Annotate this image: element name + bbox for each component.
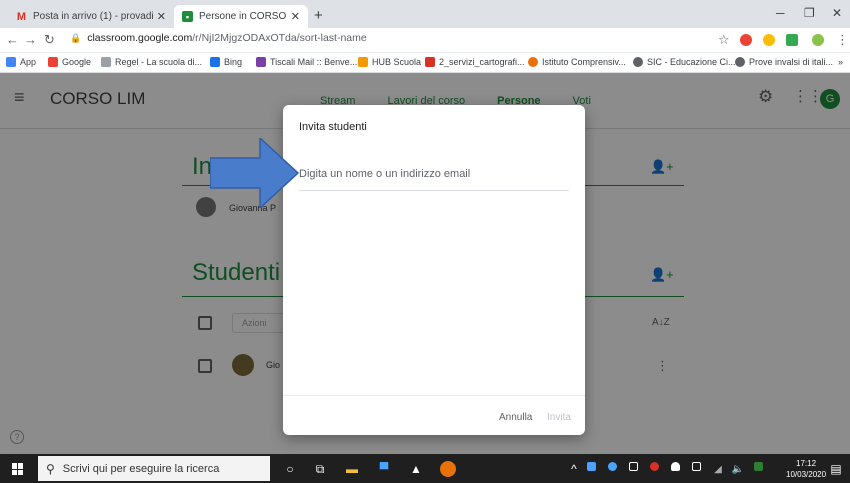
forward-icon[interactable]: → — [24, 32, 37, 47]
taskbar-search-placeholder: Scrivi qui per eseguire la ricerca — [62, 462, 220, 475]
photos-icon[interactable]: ▲ — [408, 461, 424, 477]
bookmark-icon — [101, 57, 111, 67]
lock-icon: 🔒 — [70, 33, 82, 43]
bookmark-istituto[interactable]: Istituto Comprensiv... — [528, 57, 626, 67]
wifi-icon[interactable]: ◢ — [710, 461, 726, 477]
bookmark-hub-scuola[interactable]: HUB Scuola — [358, 57, 421, 67]
bookmark-bing[interactable]: Bing — [210, 57, 242, 67]
tiscali-icon — [256, 57, 266, 67]
more-bookmarks-icon[interactable]: » — [838, 57, 843, 67]
tab-classroom[interactable]: ▪ Persone in CORSO LIM ✕ — [174, 5, 308, 28]
close-icon[interactable]: ✕ — [291, 10, 300, 23]
profile-icon[interactable] — [812, 34, 824, 46]
minimize-icon[interactable]: ─ — [776, 6, 785, 20]
star-icon[interactable]: ☆ — [718, 32, 730, 48]
clock-time: 17:12 — [796, 459, 817, 468]
bookmark-label: Prove invalsi di itali... — [749, 57, 834, 67]
tray-expand-icon[interactable]: ^ — [566, 461, 582, 477]
windows-start-icon[interactable] — [12, 463, 24, 475]
globe-icon — [735, 57, 745, 67]
bookmark-label: 2_servizi_cartografi... — [439, 57, 525, 67]
close-icon[interactable]: ✕ — [157, 10, 166, 23]
browser-tab-strip: M Posta in arrivo (1) - provadiclass ✕ ▪… — [0, 0, 850, 28]
invite-students-dialog: Invita studenti Annulla Invita — [283, 105, 585, 435]
reload-icon[interactable]: ↻ — [44, 32, 55, 48]
bookmark-label: Regel - La scuola di... — [115, 57, 203, 67]
window-close-icon[interactable]: ✕ — [832, 6, 842, 20]
bluetooth-icon[interactable] — [608, 462, 617, 471]
pdf-icon — [425, 57, 435, 67]
bookmark-servizi[interactable]: 2_servizi_cartografi... — [425, 57, 525, 67]
extension-icon[interactable] — [786, 34, 798, 46]
tab-label: Posta in arrivo (1) - provadiclass — [33, 11, 153, 22]
search-icon: ⚲ — [46, 461, 55, 476]
bing-icon — [210, 57, 220, 67]
system-clock[interactable]: 17:12 10/03/2020 — [786, 458, 826, 480]
browser-toolbar: ← → ↻ 🔒 classroom.google.com/r/NjI2MjgzOD… — [0, 28, 850, 53]
bookmark-icon — [528, 57, 538, 67]
dialog-title: Invita studenti — [299, 121, 367, 133]
bookmark-google[interactable]: Google — [48, 57, 91, 67]
back-icon[interactable]: ← — [6, 32, 19, 47]
maximize-icon[interactable]: ❐ — [804, 6, 815, 20]
cloud-icon[interactable] — [671, 462, 680, 471]
cortana-icon[interactable]: ○ — [282, 461, 298, 477]
browser-menu-icon[interactable]: ⋮ — [836, 32, 849, 48]
invite-button[interactable]: Invita — [547, 412, 571, 423]
invite-search-input[interactable] — [299, 157, 569, 191]
notifications-icon[interactable]: ▤ — [828, 461, 844, 477]
divider — [283, 395, 585, 396]
usb-icon[interactable] — [629, 462, 638, 471]
task-view-icon[interactable]: ⧉ — [312, 461, 328, 477]
google-icon — [48, 57, 58, 67]
classroom-icon: ▪ — [182, 11, 193, 22]
chrome-icon[interactable] — [440, 461, 456, 477]
bookmark-label: App — [20, 57, 37, 67]
bookmark-label: SIC - Educazione Ci... — [647, 57, 736, 67]
url-path: /r/NjI2MjgzODAxOTda/sort-last-name — [192, 32, 367, 44]
volume-icon[interactable]: 🔈 — [730, 461, 746, 477]
address-bar[interactable]: 🔒 classroom.google.com/r/NjI2MjgzODAxOTda… — [70, 32, 367, 44]
tab-label: Persone in CORSO LIM — [199, 11, 287, 22]
battery-icon[interactable] — [692, 462, 701, 471]
pointer-arrow-icon — [210, 138, 300, 208]
bookmarks-bar: App Google Regel - La scuola di... Bing … — [0, 53, 850, 73]
bookmark-label: HUB Scuola — [372, 57, 422, 67]
tray-app-icon[interactable] — [650, 462, 659, 471]
bookmark-sic[interactable]: SIC - Educazione Ci... — [633, 57, 736, 67]
extension-icon[interactable] — [740, 34, 752, 46]
gmail-icon: M — [16, 10, 27, 23]
bookmark-label: Bing — [224, 57, 243, 67]
bookmark-tiscali[interactable]: Tiscali Mail :: Benve... — [256, 57, 357, 67]
bookmark-label: Google — [62, 57, 92, 67]
language-icon[interactable] — [754, 462, 763, 471]
url-domain: classroom.google.com — [87, 32, 193, 44]
bookmark-regel[interactable]: Regel - La scuola di... — [101, 57, 202, 67]
file-explorer-icon[interactable]: ▬ — [344, 461, 360, 477]
extension-icon[interactable] — [763, 34, 775, 46]
bookmark-app[interactable]: App — [6, 57, 36, 67]
tray-app-icon[interactable] — [587, 462, 596, 471]
classroom-app: ≡ CORSO LIM Stream Lavori del corso Pers… — [0, 73, 850, 454]
apps-grid-icon — [6, 57, 16, 67]
bookmark-invalsi[interactable]: Prove invalsi di itali... — [735, 57, 833, 67]
taskbar-search-input[interactable]: ⚲ Scrivi qui per eseguire la ricerca — [38, 456, 270, 481]
taskbar: ⚲ Scrivi qui per eseguire la ricerca ○ ⧉… — [0, 454, 850, 483]
hub-icon — [358, 57, 368, 67]
bookmark-label: Tiscali Mail :: Benve... — [270, 57, 358, 67]
new-tab-icon[interactable]: + — [314, 7, 323, 24]
cancel-button[interactable]: Annulla — [499, 412, 532, 423]
store-icon[interactable]: ▀ — [376, 461, 392, 477]
globe-icon — [633, 57, 643, 67]
clock-date: 10/03/2020 — [786, 470, 827, 479]
tab-gmail[interactable]: M Posta in arrivo (1) - provadiclass ✕ — [8, 5, 174, 28]
bookmark-label: Istituto Comprensiv... — [542, 57, 626, 67]
